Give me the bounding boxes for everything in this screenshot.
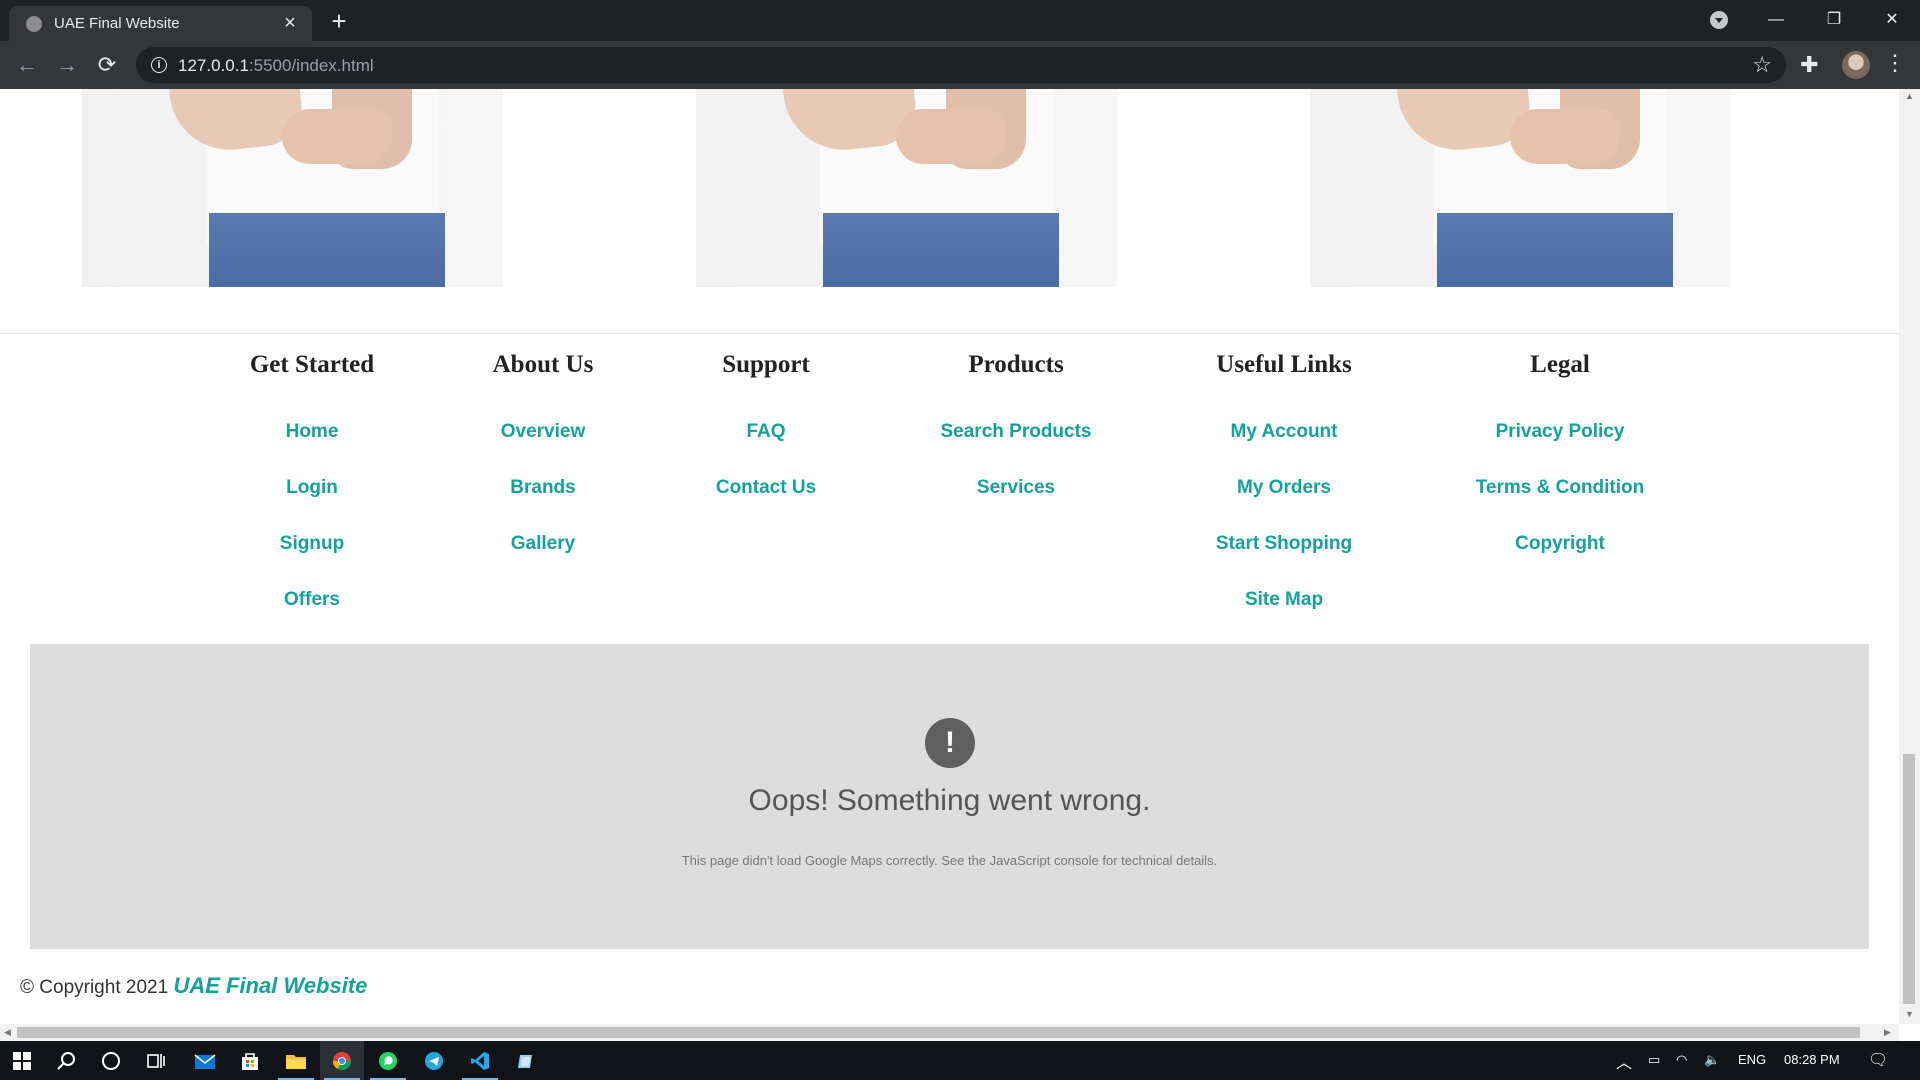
footer-link-my-account[interactable]: My Account <box>1134 414 1434 449</box>
footer-link-my-orders[interactable]: My Orders <box>1134 470 1434 505</box>
language-indicator[interactable]: ENG <box>1738 1052 1766 1067</box>
copyright-text: Copyright 2021 <box>39 977 169 998</box>
horizontal-scrollbar[interactable]: ◀ ▶ <box>0 1024 1899 1041</box>
globe-icon <box>26 16 42 32</box>
vertical-scroll-thumb[interactable] <box>1903 754 1915 1004</box>
footer-link-site-map[interactable]: Site Map <box>1134 582 1434 617</box>
scroll-up-icon[interactable]: ▲ <box>1905 91 1914 101</box>
search-icon[interactable] <box>44 1041 88 1080</box>
footer-column-title: Useful Links <box>1216 351 1352 378</box>
wifi-icon[interactable]: ◠ <box>1676 1052 1687 1068</box>
mail-icon[interactable] <box>183 1041 227 1080</box>
clock[interactable]: 08:28 PM <box>1784 1052 1840 1067</box>
address-bar[interactable]: i 127.0.0.1:5500/index.html ☆ <box>136 47 1786 83</box>
vscode-icon[interactable] <box>458 1041 502 1080</box>
task-view-icon[interactable] <box>134 1041 178 1080</box>
tray-chevron-icon[interactable]: ︿ <box>1616 1049 1632 1073</box>
footer-link-privacy-policy[interactable]: Privacy Policy <box>1410 414 1710 449</box>
forward-icon[interactable]: → <box>52 50 82 80</box>
windows-taskbar: ︿ ▭ ◠ 🔈 ENG 08:28 PM 🗨 <box>0 1041 1920 1080</box>
file-explorer-icon[interactable] <box>274 1041 318 1080</box>
horizontal-scroll-thumb[interactable] <box>17 1027 1860 1038</box>
footer-link-offers[interactable]: Offers <box>162 582 462 617</box>
browser-tab[interactable]: UAE Final Website × <box>9 6 312 41</box>
gallery-image <box>1310 89 1731 287</box>
extensions-icon[interactable]: ✚ <box>1800 52 1818 78</box>
footer-column-legal: Legal Privacy Policy Terms & Condition C… <box>1410 351 1710 561</box>
back-icon[interactable]: ← <box>12 50 42 80</box>
map-error-title: Oops! Something went wrong. <box>748 784 1151 817</box>
notification-icon[interactable]: 🗨 <box>1868 1050 1888 1070</box>
volume-icon[interactable]: 🔈 <box>1704 1052 1720 1068</box>
bookmark-star-icon[interactable]: ☆ <box>1752 52 1772 78</box>
footer-divider <box>0 333 1899 334</box>
footer-link-start-shopping[interactable]: Start Shopping <box>1134 526 1434 561</box>
cortana-icon[interactable] <box>89 1041 133 1080</box>
copyright-brand-link[interactable]: UAE Final Website <box>173 973 367 998</box>
new-tab-button[interactable]: + <box>324 6 354 36</box>
close-window-button[interactable]: ✕ <box>1864 0 1920 40</box>
copyright-line: © Copyright 2021 UAE Final Website <box>20 973 367 999</box>
footer-link-search-products[interactable]: Search Products <box>866 414 1166 449</box>
footer-link-terms[interactable]: Terms & Condition <box>1410 470 1710 505</box>
close-tab-icon[interactable]: × <box>278 11 302 35</box>
footer-column-useful-links: Useful Links My Account My Orders Start … <box>1134 351 1434 617</box>
page-viewport: Get Started Home Login Signup Offers Abo… <box>0 89 1899 1024</box>
whatsapp-icon[interactable] <box>366 1041 410 1080</box>
copyright-icon: © <box>20 977 34 998</box>
footer-column-title: Legal <box>1530 351 1590 378</box>
footer-column-title: Products <box>968 351 1064 378</box>
restore-button[interactable]: ❐ <box>1806 0 1862 40</box>
gallery-image <box>82 89 503 287</box>
footer-link-gallery[interactable]: Gallery <box>393 526 693 561</box>
tab-title: UAE Final Website <box>54 15 180 32</box>
chrome-icon[interactable] <box>320 1041 364 1080</box>
exclamation-icon: ! <box>925 718 975 768</box>
meet-now-icon[interactable]: ▭ <box>1648 1052 1660 1068</box>
browser-tab-bar: UAE Final Website × + — ❐ ✕ <box>0 0 1920 41</box>
scroll-left-icon[interactable]: ◀ <box>4 1027 11 1038</box>
minimize-button[interactable]: — <box>1748 0 1804 40</box>
footer-link-copyright[interactable]: Copyright <box>1410 526 1710 561</box>
scroll-right-icon[interactable]: ▶ <box>1884 1027 1891 1038</box>
reload-icon[interactable]: ⟳ <box>92 50 122 80</box>
telegram-icon[interactable] <box>412 1041 456 1080</box>
store-icon[interactable] <box>228 1041 272 1080</box>
profile-avatar[interactable] <box>1842 51 1870 79</box>
site-info-icon[interactable]: i <box>151 57 167 73</box>
map-error-panel: ! Oops! Something went wrong. This page … <box>30 644 1869 949</box>
footer-column-products: Products Search Products Services <box>866 351 1166 505</box>
app-icon[interactable] <box>504 1041 548 1080</box>
tab-search-icon[interactable] <box>1710 11 1728 29</box>
gallery-image <box>696 89 1117 287</box>
map-error-description: This page didn't load Google Maps correc… <box>681 853 1218 868</box>
windows-start-icon[interactable] <box>0 1041 44 1080</box>
scroll-down-icon[interactable]: ▼ <box>1905 1009 1914 1019</box>
browser-toolbar: ← → ⟳ i 127.0.0.1:5500/index.html ☆ ✚ ⋮ <box>0 41 1920 89</box>
chrome-menu-icon[interactable]: ⋮ <box>1884 50 1906 76</box>
vertical-scrollbar[interactable]: ▲ ▼ <box>1899 89 1920 1024</box>
footer-link-services[interactable]: Services <box>866 470 1166 505</box>
url-text[interactable]: 127.0.0.1:5500/index.html <box>178 56 374 76</box>
